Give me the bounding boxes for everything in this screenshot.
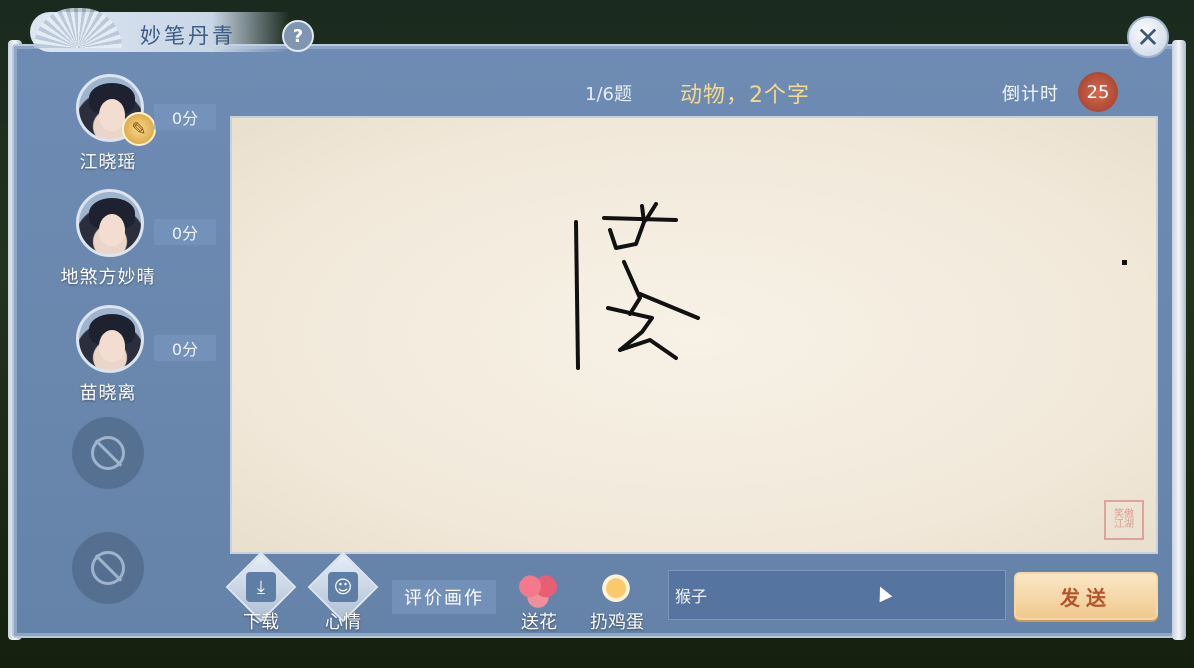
player-score: 0分 bbox=[154, 104, 216, 130]
brush-icon: ✎ bbox=[122, 112, 156, 146]
player-score: 0分 bbox=[154, 335, 216, 361]
question-progress: 1/6题 bbox=[585, 84, 632, 105]
scroll-rod-right bbox=[1172, 40, 1186, 640]
stroke bbox=[608, 204, 646, 250]
send-flower-button[interactable]: 送花 bbox=[504, 572, 574, 642]
stroke bbox=[574, 220, 580, 370]
stroke bbox=[622, 260, 642, 316]
player-slot: 0分 地煞方妙晴 bbox=[0, 189, 216, 299]
egg-label: 扔鸡蛋 bbox=[590, 612, 644, 633]
empty-player-slot bbox=[72, 417, 144, 489]
player-name: 地煞方妙晴 bbox=[60, 267, 156, 288]
countdown-label: 倒计时 bbox=[1002, 84, 1059, 105]
window-title: 妙笔丹青 bbox=[140, 24, 236, 48]
send-button[interactable]: 发送 bbox=[1014, 572, 1158, 620]
throw-egg-button[interactable]: 扔鸡蛋 bbox=[582, 572, 652, 642]
guess-input[interactable] bbox=[668, 570, 1006, 620]
player-name: 苗晓离 bbox=[79, 383, 137, 404]
avatar[interactable] bbox=[76, 189, 144, 257]
ban-icon bbox=[91, 551, 125, 585]
player-slot: 0分 苗晓离 bbox=[0, 305, 216, 415]
mood-label: 心情 bbox=[325, 612, 361, 633]
avatar-face bbox=[99, 330, 125, 362]
rate-drawing-label: 评价画作 bbox=[392, 580, 496, 614]
stroke-dot bbox=[1122, 260, 1127, 265]
drawing-strokes bbox=[574, 202, 1127, 370]
stroke bbox=[606, 306, 654, 352]
help-button[interactable]: ? bbox=[282, 20, 314, 52]
question-hint: 动物，2个字 bbox=[680, 83, 810, 108]
ban-icon bbox=[91, 436, 125, 470]
close-button[interactable]: ✕ bbox=[1127, 16, 1169, 58]
download-button[interactable]: ⤓ 下载 bbox=[224, 551, 304, 636]
player-slot: ✎ 0分 江晓瑶 bbox=[0, 74, 216, 184]
countdown-timer: 25 bbox=[1078, 72, 1118, 112]
drawing-canvas[interactable]: 笑傲 江湖 bbox=[230, 116, 1158, 554]
download-icon: ⤓ bbox=[246, 572, 276, 602]
empty-player-slot bbox=[72, 532, 144, 604]
player-name: 江晓瑶 bbox=[79, 152, 137, 173]
mood-icon: ☺ bbox=[328, 572, 358, 602]
seal-stamp: 笑傲 江湖 bbox=[1104, 500, 1144, 540]
flower-icon bbox=[518, 572, 558, 608]
player-score: 0分 bbox=[154, 219, 216, 245]
avatar-face bbox=[99, 99, 125, 131]
chick-icon bbox=[596, 572, 636, 608]
avatar[interactable] bbox=[76, 305, 144, 373]
stroke bbox=[638, 292, 700, 320]
mood-button[interactable]: ☺ 心情 bbox=[306, 551, 386, 636]
download-label: 下载 bbox=[243, 612, 279, 633]
avatar-face bbox=[99, 214, 125, 246]
flower-label: 送花 bbox=[521, 612, 557, 633]
stroke bbox=[602, 216, 678, 222]
